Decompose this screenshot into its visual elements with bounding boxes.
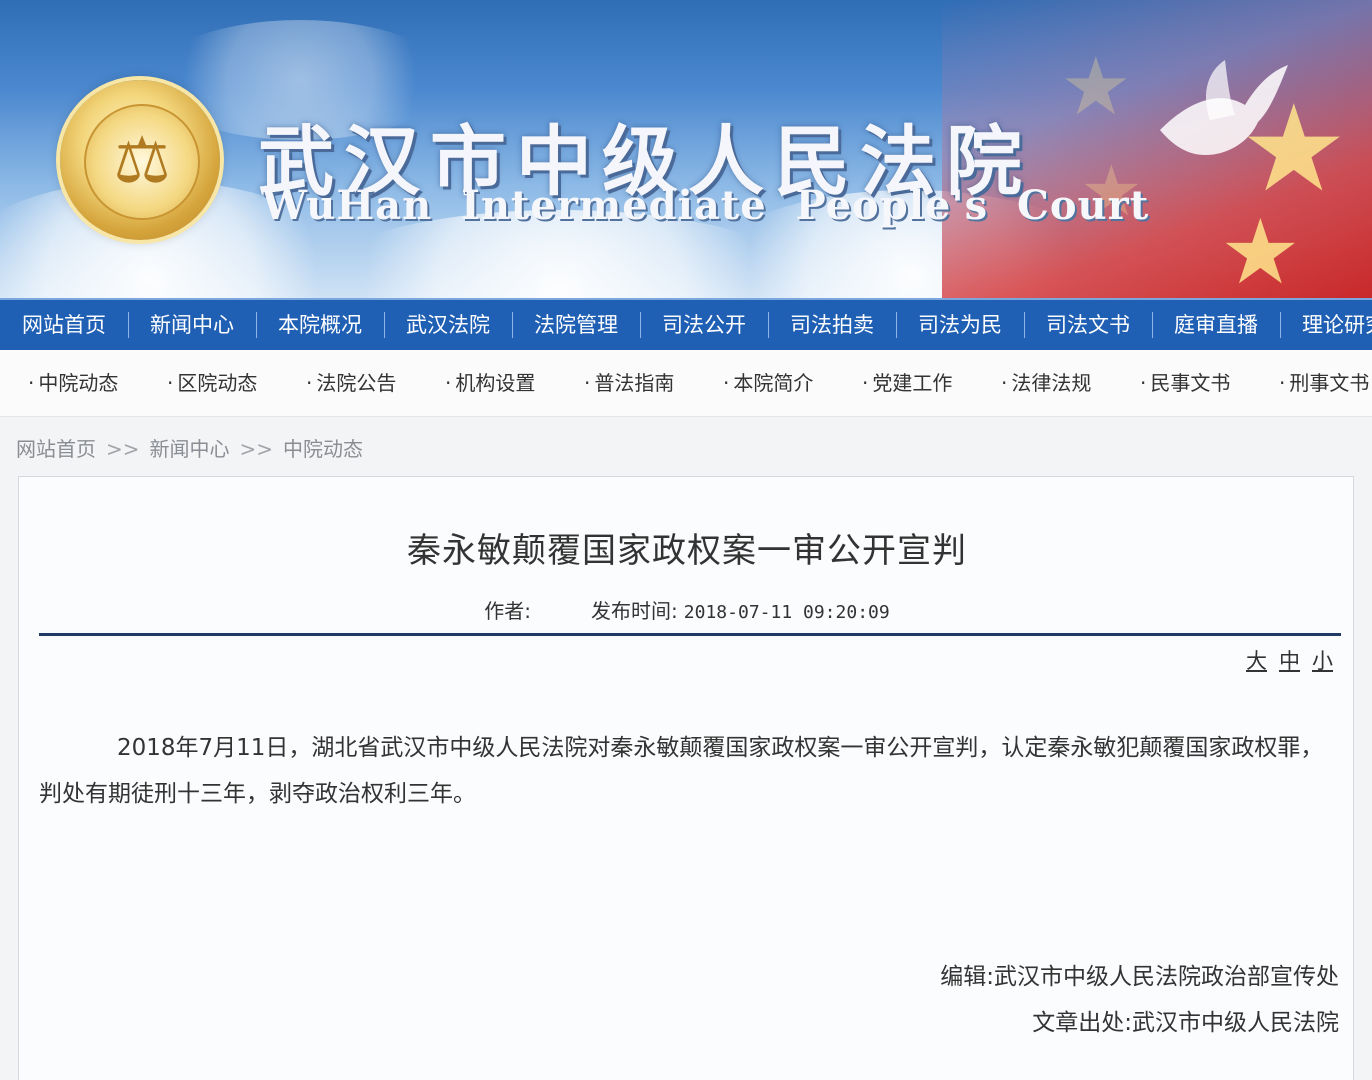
dove-icon <box>1160 60 1288 155</box>
subnav-item-announcements[interactable]: 法院公告 <box>278 350 417 416</box>
court-emblem-logo: ⚖ <box>60 80 220 240</box>
star-icon: ★ <box>1220 200 1301 298</box>
nav-item-trial-live[interactable]: 庭审直播 <box>1152 300 1280 350</box>
site-banner: ★ ★ ★ ★ ⚖ 武汉市中级人民法院 WuHan Intermediate P… <box>0 0 1372 298</box>
nav-item-overview[interactable]: 本院概况 <box>256 300 384 350</box>
nav-item-home[interactable]: 网站首页 <box>0 300 128 350</box>
breadcrumb-court-news[interactable]: 中院动态 <box>283 437 363 461</box>
star-icon: ★ <box>1060 40 1132 133</box>
author-label: 作者: <box>484 599 532 623</box>
subnav-item-district-news[interactable]: 区院动态 <box>139 350 278 416</box>
article-title: 秦永敏颠覆国家政权案一审公开宣判 <box>407 531 967 571</box>
sub-nav: 中院动态 区院动态 法院公告 机构设置 普法指南 本院简介 党建工作 法律法规 … <box>0 350 1372 417</box>
article-panel: 秦永敏颠覆国家政权案一审公开宣判 作者: 发布时间: 2018-07-11 09:2… <box>18 476 1354 1080</box>
publish-time-value: 2018-07-11 09:20:09 <box>683 602 890 623</box>
breadcrumb: 网站首页 >> 新闻中心 >> 中院动态 <box>16 432 363 466</box>
nav-item-theory-research[interactable]: 理论研究 <box>1280 300 1372 350</box>
nav-item-judicial-openness[interactable]: 司法公开 <box>640 300 768 350</box>
nav-item-justice-for-people[interactable]: 司法为民 <box>896 300 1024 350</box>
title-divider <box>39 633 1341 636</box>
site-title-en: WuHan Intermediate People's Court <box>262 182 1150 229</box>
scales-icon: ⚖ <box>113 124 171 198</box>
subnav-item-law-guide[interactable]: 普法指南 <box>556 350 695 416</box>
font-size-medium-link[interactable]: 中 <box>1279 649 1300 673</box>
article-meta: 作者: 发布时间: 2018-07-11 09:20:09 <box>19 595 1355 624</box>
breadcrumb-news[interactable]: 新闻中心 <box>150 437 230 461</box>
subnav-item-court-news[interactable]: 中院动态 <box>0 350 139 416</box>
article-source: 文章出处:武汉市中级人民法院 <box>1032 1010 1339 1036</box>
font-size-switcher: 大中小 <box>1234 645 1333 675</box>
main-nav: 网站首页 新闻中心 本院概况 武汉法院 法院管理 司法公开 司法拍卖 司法为民 … <box>0 298 1372 352</box>
nav-item-wuhan-courts[interactable]: 武汉法院 <box>384 300 512 350</box>
breadcrumb-separator: >> <box>106 437 140 461</box>
nav-item-court-management[interactable]: 法院管理 <box>512 300 640 350</box>
nav-item-judicial-documents[interactable]: 司法文书 <box>1024 300 1152 350</box>
font-size-small-link[interactable]: 小 <box>1312 649 1333 673</box>
subnav-item-organization[interactable]: 机构设置 <box>417 350 556 416</box>
publish-time-label: 发布时间: <box>591 599 678 623</box>
subnav-item-laws[interactable]: 法律法规 <box>973 350 1112 416</box>
nav-item-news[interactable]: 新闻中心 <box>128 300 256 350</box>
subnav-item-party-building[interactable]: 党建工作 <box>834 350 973 416</box>
font-size-large-link[interactable]: 大 <box>1246 649 1267 673</box>
breadcrumb-separator: >> <box>239 437 274 461</box>
subnav-item-court-intro[interactable]: 本院简介 <box>695 350 834 416</box>
article-editor: 编辑:武汉市中级人民法院政治部宣传处 <box>940 964 1339 990</box>
nav-item-judicial-auction[interactable]: 司法拍卖 <box>768 300 896 350</box>
subnav-item-criminal-documents[interactable]: 刑事文书 <box>1251 350 1372 416</box>
article-body: 2018年7月11日，湖北省武汉市中级人民法院对秦永敏颠覆国家政权案一审公开宣判… <box>39 735 1324 807</box>
subnav-item-civil-documents[interactable]: 民事文书 <box>1112 350 1251 416</box>
breadcrumb-home[interactable]: 网站首页 <box>16 437 96 461</box>
